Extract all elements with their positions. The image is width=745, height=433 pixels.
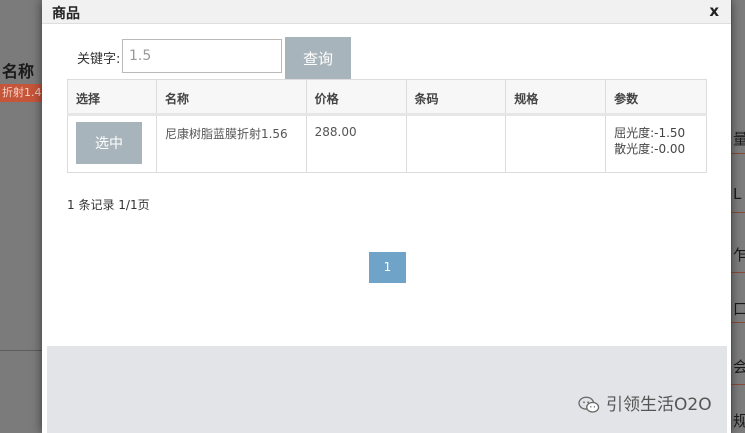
param-sphere: 屈光度:-1.50: [614, 126, 686, 140]
wechat-icon: [578, 396, 600, 413]
column-header-name: 名称: [155, 79, 307, 116]
search-label: 关键字:: [77, 52, 121, 67]
background-right-text: 规: [733, 412, 745, 430]
table-header-row: 选择 名称 价格 条码 规格 参数: [67, 79, 707, 116]
dialog-header: 商品 x: [42, 0, 731, 24]
product-price-cell: 288.00: [305, 114, 407, 173]
close-icon[interactable]: x: [709, 2, 719, 20]
column-header-barcode: 条码: [405, 79, 507, 116]
product-name-cell: 尼康树脂蓝膜折射1.56: [155, 114, 307, 173]
watermark-text: 引领生活O2O: [606, 395, 712, 415]
background-right-line: [731, 384, 745, 385]
param-cylinder: 散光度:-0.00: [614, 142, 686, 156]
product-table: 选择 名称 价格 条码 规格 参数 选中 尼康树脂蓝膜折射1.56 288.00…: [67, 79, 707, 173]
background-right-line: [731, 322, 745, 323]
background-name-cell: 折射1.4: [0, 84, 42, 102]
select-cell: 选中: [67, 114, 157, 173]
background-right-text: L: [733, 185, 742, 203]
product-dialog: 商品 x 关键字: 查询 选择 名称 价格 条码 规格 参数 选中 尼康树脂蓝膜…: [42, 0, 731, 433]
background-name-heading: 名称: [2, 62, 35, 81]
product-params-cell: 屈光度:-1.50 散光度:-0.00: [605, 114, 707, 173]
column-header-price: 价格: [305, 79, 407, 116]
column-header-select: 选择: [67, 79, 157, 116]
watermark: 引领生活O2O: [578, 390, 712, 415]
background-right-line: [731, 212, 745, 213]
background-right-line: [731, 153, 745, 154]
background-right-text: 乍: [733, 246, 745, 264]
search-input[interactable]: [122, 39, 282, 73]
background-right-text: 量: [733, 130, 745, 148]
table-row: 选中 尼康树脂蓝膜折射1.56 288.00 屈光度:-1.50 散光度:-0.…: [67, 114, 707, 173]
page-button-1[interactable]: 1: [369, 252, 406, 283]
product-spec-cell: [505, 114, 607, 173]
column-header-spec: 规格: [505, 79, 607, 116]
background-right-text: 会: [733, 358, 745, 376]
column-header-params: 参数: [605, 79, 707, 116]
search-button[interactable]: 查询: [285, 37, 351, 79]
record-count: 1 条记录 1/1页: [67, 198, 150, 212]
background-right-line: [731, 272, 745, 273]
background-right-text: 口: [733, 300, 745, 318]
dialog-title: 商品: [52, 6, 80, 22]
background-divider: [0, 350, 42, 351]
product-barcode-cell: [405, 114, 507, 173]
select-button[interactable]: 选中: [76, 122, 142, 164]
